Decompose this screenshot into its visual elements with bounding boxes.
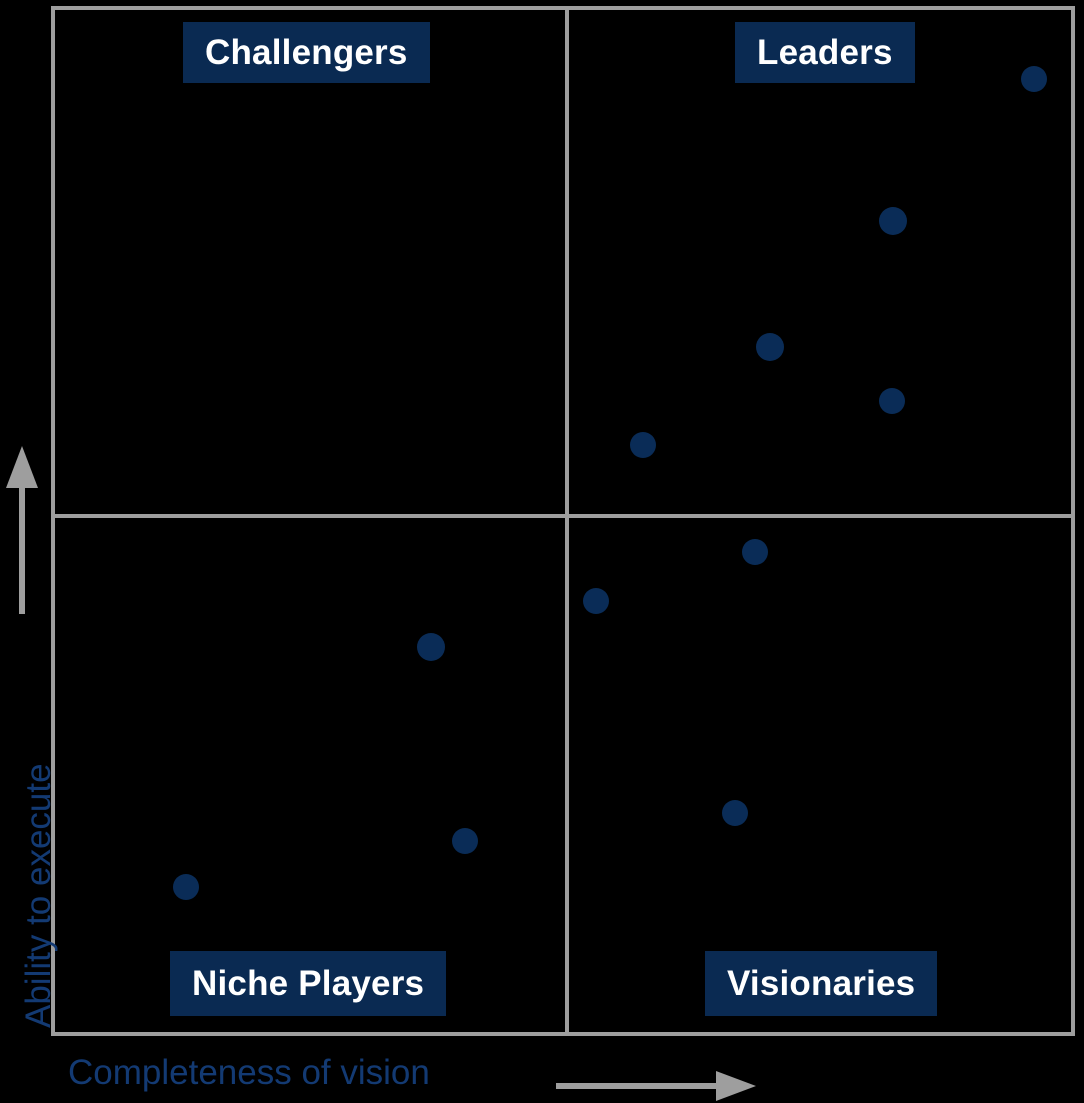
plot-frame bbox=[51, 6, 1075, 1036]
magic-quadrant-chart: Challengers Leaders Niche Players Vision… bbox=[0, 0, 1084, 1101]
vendor-dot[interactable] bbox=[742, 539, 768, 565]
y-axis-label: Ability to execute bbox=[19, 763, 58, 1028]
vendor-dot[interactable] bbox=[756, 333, 784, 361]
vendor-dot[interactable] bbox=[583, 588, 609, 614]
vendor-dot[interactable] bbox=[173, 874, 199, 900]
quadrant-label-niche-players: Niche Players bbox=[170, 951, 447, 1016]
vendor-dot[interactable] bbox=[417, 633, 445, 661]
vendor-dot[interactable] bbox=[452, 828, 478, 854]
quadrant-divider-horizontal bbox=[51, 514, 1075, 518]
vendor-dot[interactable] bbox=[879, 207, 907, 235]
quadrant-label-visionaries: Visionaries bbox=[705, 951, 938, 1016]
vendor-dot[interactable] bbox=[630, 432, 656, 458]
vendor-dot[interactable] bbox=[879, 388, 905, 414]
x-axis-label: Completeness of vision bbox=[68, 1053, 430, 1092]
vendor-dot[interactable] bbox=[1021, 66, 1047, 92]
quadrant-label-leaders: Leaders bbox=[735, 22, 915, 83]
quadrant-divider-vertical bbox=[565, 6, 569, 1036]
arrow-up-icon bbox=[6, 446, 38, 614]
quadrant-label-challengers: Challengers bbox=[183, 22, 430, 83]
vendor-dot[interactable] bbox=[722, 800, 748, 826]
